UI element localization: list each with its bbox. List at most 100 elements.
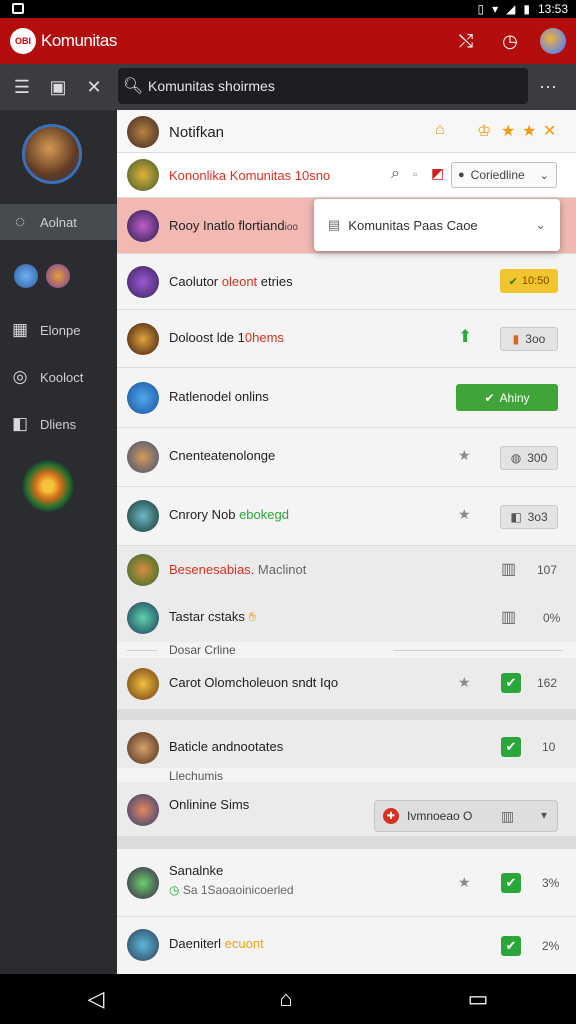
share-icon[interactable]: ⤭ <box>452 27 480 55</box>
recents-icon[interactable]: ▭ <box>468 986 489 1012</box>
back-icon[interactable]: ◁ <box>87 986 104 1012</box>
filter-select-value: Coriedline <box>470 168 525 182</box>
close-icon[interactable]: ✕ <box>543 121 556 141</box>
count-chip[interactable]: ◧ 3o3 <box>500 505 558 529</box>
timer-icon[interactable]: ◷ <box>496 27 524 55</box>
row-title: Daeniterl ecuont <box>169 936 264 951</box>
gamepad-icon[interactable]: ▣ <box>40 69 76 105</box>
home-icon[interactable]: ⌂ <box>435 121 445 139</box>
list-item[interactable]: Tastar cstaks ✋︎ ▥ 0% <box>117 594 576 642</box>
star-icon[interactable]: ★ <box>522 121 536 141</box>
game-icon[interactable] <box>46 264 70 288</box>
row-title: Caolutor oleont etries <box>169 274 293 289</box>
section-gap <box>117 710 576 720</box>
star-icon[interactable]: ★ <box>458 674 471 691</box>
crown-icon[interactable]: ♔ <box>477 121 491 141</box>
check-icon: ✔ <box>484 390 495 405</box>
dropdown-popup[interactable]: ▤ Komunitas Paas Caoe ⌄ <box>314 199 560 251</box>
action-button[interactable]: ✔ Ahiny <box>456 384 558 411</box>
flag-icon[interactable]: ◩ <box>431 165 444 182</box>
sidebar-item-label: Aolnat <box>40 214 77 230</box>
checkbox[interactable]: ✔ <box>501 936 521 956</box>
list-icon: ▤ <box>328 217 341 232</box>
battery-icon: ▮ <box>523 2 530 16</box>
checkbox[interactable]: ✔ <box>501 673 521 693</box>
status-badge: ✔ 10:50 <box>500 269 558 293</box>
count-chip[interactable]: ▮ 3oo <box>500 327 558 351</box>
photo-icon <box>12 3 24 14</box>
profile-avatar[interactable] <box>540 28 566 54</box>
app-title: Komunitas <box>41 31 117 50</box>
list-item[interactable]: Besenesabias. Maclinot ▥ 107 <box>117 546 576 594</box>
close-icon[interactable]: ✕ <box>76 69 112 105</box>
avatar <box>127 441 159 473</box>
game-icon[interactable] <box>14 264 38 288</box>
star-icon[interactable]: ★ <box>458 447 471 464</box>
avatar <box>127 794 159 826</box>
dropdown-value: Ivmnoeao O <box>407 809 473 823</box>
arrow-up-icon: ⬆ <box>458 327 473 346</box>
list-item[interactable]: Onlinine Sims ✚ Ivmnoeao O ▥ ▾ <box>117 782 576 837</box>
list-icon[interactable]: ▥ <box>501 607 516 627</box>
list-item[interactable]: Cnenteatenolonge ★ ◍ 300 <box>117 428 576 487</box>
row-title: Ratlenodel onlins <box>169 389 269 404</box>
checkbox[interactable]: ✔ <box>501 737 521 757</box>
sidebar-item-dliens[interactable]: ◧ Dliens <box>0 406 117 442</box>
emblem-icon <box>22 460 74 512</box>
list-item[interactable]: Cnrory Nob ebokegd ★ ◧ 3o3 <box>117 487 576 546</box>
more-icon[interactable]: ⋯ <box>530 69 566 105</box>
chevron-down-icon: ▾ <box>540 808 547 822</box>
list-item[interactable]: Ratlenodel onlins ✔ Ahiny <box>117 368 576 428</box>
square-icon: ▮ <box>512 332 520 346</box>
row-title: Cnrory Nob ebokegd <box>169 507 289 522</box>
notification-panel: Notifkan ⌂ ♔ ★ ★ ✕ Kononlika Komunitas 1… <box>117 110 576 974</box>
avatar <box>127 210 159 242</box>
avatar <box>127 266 159 298</box>
user-avatar[interactable] <box>22 124 82 184</box>
status-dropdown[interactable]: ✚ Ivmnoeao O ▥ ▾ <box>374 800 558 832</box>
alert-icon: ✚ <box>383 808 399 824</box>
avatar <box>127 159 159 191</box>
sidebar-item-kooloct[interactable]: ◎ Kooloct <box>0 359 117 395</box>
panel-header: Notifkan ⌂ ♔ ★ ★ ✕ <box>117 110 576 153</box>
star-icon[interactable]: ★ <box>458 874 471 891</box>
list-icon[interactable]: ▥ <box>501 559 516 579</box>
checkbox[interactable]: ✔ <box>501 873 521 893</box>
avatar <box>127 554 159 586</box>
divider <box>127 650 157 651</box>
list-item[interactable]: Carot Olomcholeuon sndt Iqo ★ ✔ 162 <box>117 658 576 710</box>
row-title: Doloost lde 10hems <box>169 330 284 345</box>
list-item[interactable]: Sanalnke ◷ Sa 1Saoaoinicoerled ★ ✔ 3% <box>117 849 576 917</box>
star-icon[interactable]: ★ <box>458 506 471 523</box>
list-item[interactable]: Daeniterl ecuont ✔ 2% <box>117 917 576 974</box>
sidebar-item-aolnat[interactable]: ◌ Aolnat <box>0 204 117 240</box>
filter-select[interactable]: ● Coriedline ⌄ <box>451 162 557 188</box>
grid-icon: ▦ <box>11 320 29 339</box>
search-icon[interactable]: ⌕ <box>391 165 400 183</box>
search-icon: 🔍︎ <box>122 78 144 95</box>
list-item[interactable]: Doloost lde 10hems ⬆ ▮ 3oo <box>117 310 576 368</box>
app-screen: ▯ ▾ ◢ ▮ 13:53 OBI Komunitas ⤭ ◷ ☰ ▣ ✕ 🔍︎… <box>0 0 576 1024</box>
avatar <box>127 732 159 764</box>
item-count: 2% <box>542 939 560 953</box>
row-subtitle: ◷ Sa 1Saoaoinicoerled <box>169 883 294 897</box>
row-title: Cnenteatenolonge <box>169 448 276 463</box>
row-title: Tastar cstaks ✋︎ <box>169 609 256 624</box>
search-input[interactable]: 🔍︎ Komunitas shoirmes <box>118 68 528 104</box>
list-item[interactable]: Caolutor oleont etries ✔ 10:50 <box>117 254 576 310</box>
wifi-icon: ▾ <box>492 2 499 16</box>
list-item[interactable]: Baticle andnootates ✔ 10 <box>117 720 576 768</box>
sidebar-item-label: Elonpe <box>40 322 81 338</box>
row-title: Baticle andnootates <box>169 739 284 754</box>
count-chip[interactable]: ◍ 300 <box>500 446 558 470</box>
app-bar: OBI Komunitas ⤭ ◷ <box>0 18 576 64</box>
star-icon[interactable]: ★ <box>501 121 515 141</box>
dot-icon: ▫ <box>413 167 418 181</box>
section-label: Dosar Crline <box>169 643 236 657</box>
sidebar-item-elonpe[interactable]: ▦ Elonpe <box>0 312 117 348</box>
home-icon[interactable]: ⌂ <box>279 986 292 1012</box>
signal-icon: ◢ <box>506 2 516 16</box>
avatar <box>127 668 159 700</box>
system-nav-bar: ◁ ⌂ ▭ <box>0 974 576 1024</box>
menu-icon[interactable]: ☰ <box>4 69 40 105</box>
